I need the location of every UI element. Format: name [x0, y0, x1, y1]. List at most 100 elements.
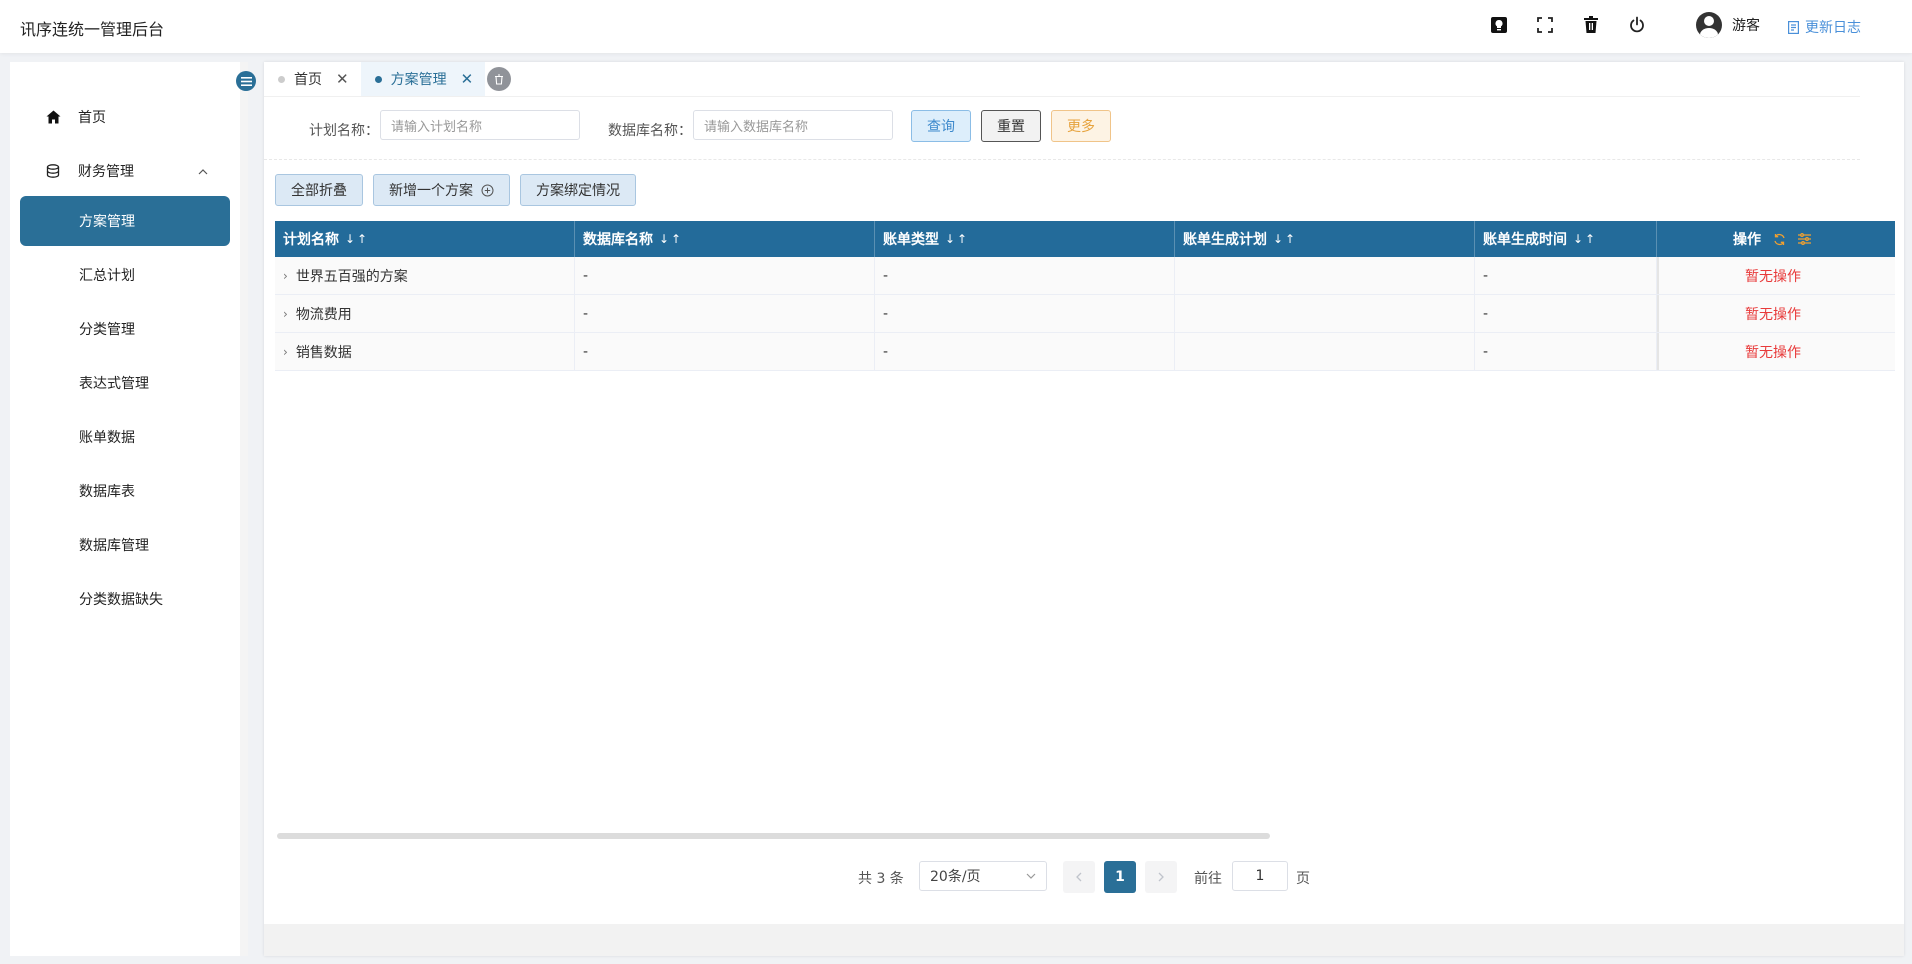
column-title: 账单生成计划 — [1183, 232, 1267, 248]
refresh-icon[interactable] — [1773, 233, 1786, 246]
divider — [264, 96, 1860, 97]
column-title: 数据库名称 — [583, 232, 653, 248]
table-row[interactable]: › 世界五百强的方案 - - - 暂无操作 — [275, 257, 1895, 295]
sidebar-item-home[interactable]: 首页 — [20, 92, 230, 142]
button-label: 全部折叠 — [291, 183, 347, 199]
tab-home[interactable]: 首页 ✕ — [264, 62, 361, 96]
expand-icon[interactable]: › — [283, 307, 288, 321]
tab-label: 方案管理 — [390, 72, 447, 88]
cell-bill-plan — [1175, 257, 1475, 294]
avatar — [1696, 12, 1722, 38]
more-button[interactable]: 更多 — [1051, 110, 1111, 142]
reset-button[interactable]: 重置 — [981, 110, 1041, 142]
sidebar-item-category-management[interactable]: 分类管理 — [20, 304, 230, 354]
changelog-label: 更新日志 — [1805, 20, 1861, 36]
column-header[interactable]: 账单类型 ↓↑ — [875, 221, 1175, 257]
trash-icon — [495, 73, 504, 85]
table-row[interactable]: › 物流费用 - - - 暂无操作 — [275, 295, 1895, 333]
page-size-value: 20条/页 — [930, 869, 981, 885]
sidebar-item-bill-data[interactable]: 账单数据 — [20, 412, 230, 462]
column-title: 账单生成时间 — [1483, 232, 1567, 248]
sidebar-item-database-tables[interactable]: 数据库表 — [20, 466, 230, 516]
sidebar-item-label: 汇总计划 — [79, 268, 135, 284]
column-title: 操作 — [1733, 232, 1761, 248]
db-name-input[interactable]: 请输入数据库名称 — [693, 110, 893, 140]
top-header: 讯序连统一管理后台 游客 更新日志 — [0, 0, 1912, 53]
cell-bill-plan — [1175, 295, 1475, 332]
cell-bill-time: - — [1475, 295, 1657, 332]
plus-circle-icon — [481, 184, 494, 196]
cell-plan-name: › 物流费用 — [275, 295, 575, 332]
plan-binding-button[interactable]: 方案绑定情况 — [520, 174, 636, 206]
column-settings-icon[interactable] — [1798, 233, 1811, 245]
column-header[interactable]: 账单生成计划 ↓↑ — [1175, 221, 1475, 257]
power-icon[interactable] — [1626, 14, 1648, 36]
database-icon — [45, 163, 61, 179]
collapse-all-button[interactable]: 全部折叠 — [275, 174, 363, 206]
cell-bill-type: - — [875, 333, 1175, 370]
sidebar-collapse-button[interactable] — [236, 71, 256, 91]
goto-label: 前往 — [1194, 871, 1222, 887]
cell-bill-plan — [1175, 333, 1475, 370]
sort-icon[interactable]: ↓↑ — [1273, 232, 1297, 246]
sidebar-scrollbar[interactable] — [240, 62, 248, 956]
trash-icon[interactable] — [1580, 14, 1602, 36]
sidebar-item-label: 账单数据 — [79, 430, 135, 446]
chevron-up-icon — [198, 163, 208, 179]
sidebar-item-missing-category-data[interactable]: 分类数据缺失 — [20, 574, 230, 624]
page-size-select[interactable]: 20条/页 — [919, 861, 1047, 891]
chevron-right-icon — [1158, 872, 1164, 882]
home-icon — [45, 109, 61, 125]
close-icon[interactable]: ✕ — [461, 70, 474, 88]
close-icon[interactable]: ✕ — [336, 70, 349, 88]
sort-icon[interactable]: ↓↑ — [1573, 232, 1597, 246]
sidebar-item-database-management[interactable]: 数据库管理 — [20, 520, 230, 570]
plan-name-label: 计划名称： — [309, 123, 379, 139]
add-plan-button[interactable]: 新增一个方案 — [373, 174, 510, 206]
button-label: 方案绑定情况 — [536, 183, 620, 199]
sidebar-item-finance[interactable]: 财务管理 — [20, 146, 230, 196]
cell-text: 物流费用 — [295, 306, 352, 323]
column-header[interactable]: 计划名称 ↓↑ — [275, 221, 575, 257]
column-header[interactable]: 账单生成时间 ↓↑ — [1475, 221, 1657, 257]
document-icon — [1788, 20, 1799, 34]
user-menu[interactable]: 游客 — [1696, 12, 1760, 38]
sidebar-item-label: 财务管理 — [78, 164, 134, 180]
table-horizontal-scrollbar[interactable] — [277, 833, 1270, 839]
sidebar-item-label: 方案管理 — [79, 214, 135, 230]
fullscreen-icon[interactable] — [1534, 14, 1556, 36]
cell-actions: 暂无操作 — [1657, 295, 1887, 332]
total-count: 共 3 条 — [858, 871, 904, 887]
close-all-tabs-button[interactable] — [487, 67, 512, 91]
column-header[interactable]: 数据库名称 ↓↑ — [575, 221, 875, 257]
cell-text: 销售数据 — [295, 344, 352, 361]
tab-label: 首页 — [294, 72, 322, 88]
page-jump-input[interactable]: 1 — [1232, 861, 1288, 891]
cell-bill-time: - — [1475, 257, 1657, 294]
sort-icon[interactable]: ↓↑ — [345, 232, 369, 246]
sidebar-item-summary-plan[interactable]: 汇总计划 — [20, 250, 230, 300]
page-number-button[interactable]: 1 — [1104, 861, 1136, 893]
tab-plan-management[interactable]: 方案管理 ✕ — [360, 62, 486, 96]
tab-dot — [374, 75, 382, 83]
prev-page-button[interactable] — [1063, 861, 1095, 893]
table-row[interactable]: › 销售数据 - - - 暂无操作 — [275, 333, 1895, 371]
pagination: 共 3 条 20条/页 1 前往 1 页 — [264, 859, 1904, 893]
sidebar-item-label: 分类数据缺失 — [79, 592, 163, 608]
sort-icon[interactable]: ↓↑ — [659, 232, 683, 246]
sidebar-item-plan-management[interactable]: 方案管理 — [20, 196, 230, 246]
changelog-link[interactable]: 更新日志 — [1788, 17, 1861, 37]
cell-bill-type: - — [875, 295, 1175, 332]
next-page-button[interactable] — [1145, 861, 1177, 893]
plan-name-input[interactable]: 请输入计划名称 — [380, 110, 580, 140]
expand-icon[interactable]: › — [283, 345, 288, 359]
expand-icon[interactable]: › — [283, 269, 288, 283]
cell-plan-name: › 世界五百强的方案 — [275, 257, 575, 294]
cell-db-name: - — [575, 333, 875, 370]
lightbulb-icon[interactable] — [1488, 14, 1510, 36]
sort-icon[interactable]: ↓↑ — [945, 232, 969, 246]
page-unit-label: 页 — [1296, 871, 1310, 887]
query-button[interactable]: 查询 — [911, 110, 971, 142]
sidebar-item-expression-management[interactable]: 表达式管理 — [20, 358, 230, 408]
sidebar-item-label: 数据库表 — [79, 484, 135, 500]
